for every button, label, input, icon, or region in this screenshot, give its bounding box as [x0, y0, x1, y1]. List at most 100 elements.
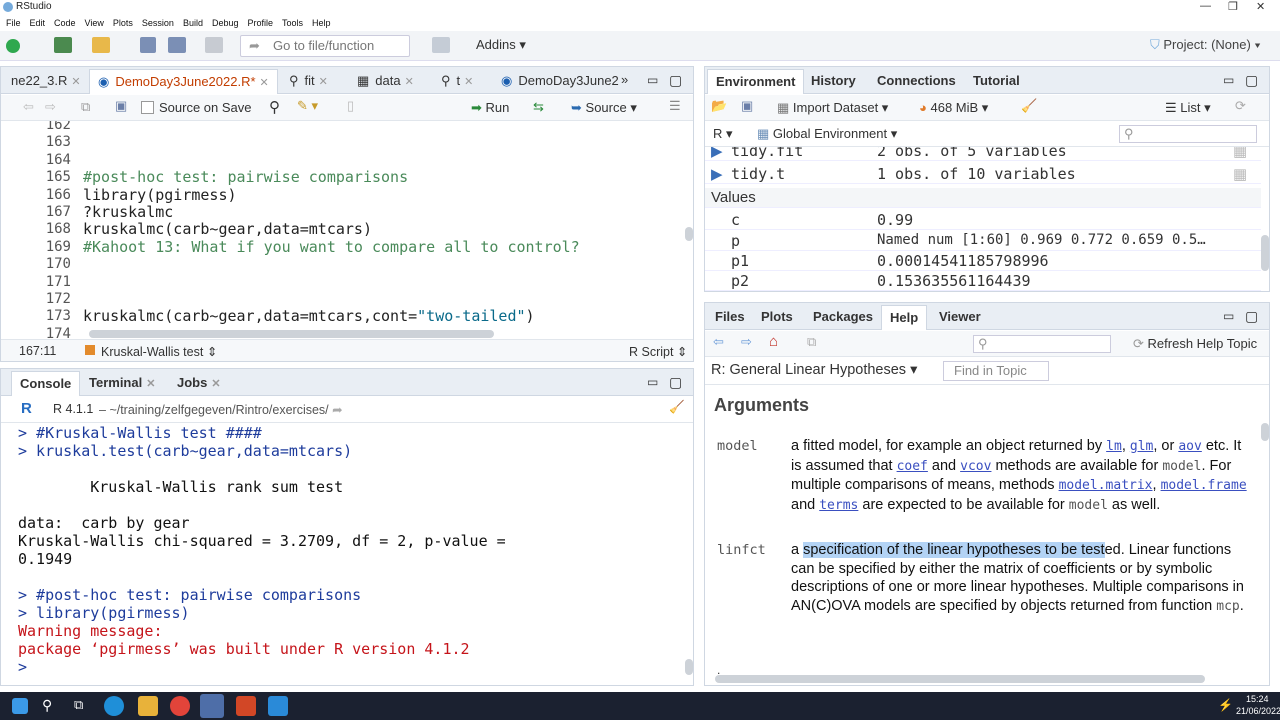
env-row-p2[interactable]: p2 0.153635561164439: [705, 271, 1261, 291]
maximize-pane-icon[interactable]: ▢: [669, 374, 682, 391]
source-on-save-checkbox[interactable]: [141, 101, 154, 114]
minimize-pane-icon[interactable]: ▭: [647, 375, 658, 389]
magic-wand-icon[interactable]: ✎ ▾: [297, 98, 318, 114]
goto-file-input[interactable]: ➦ Go to file/function: [240, 35, 410, 57]
tab-history[interactable]: History: [803, 69, 864, 94]
powerpoint-icon[interactable]: [236, 696, 256, 716]
env-row-tidy-fit[interactable]: ▶ tidy.fit 2 obs. of 5 variables ▦: [705, 147, 1261, 161]
task-view-icon[interactable]: ⧉: [74, 697, 83, 713]
maximize-button[interactable]: ❐: [1228, 0, 1238, 13]
grid-layout-icon[interactable]: [432, 37, 450, 53]
link-lm[interactable]: lm: [1106, 439, 1122, 454]
link-model-frame[interactable]: model.frame: [1161, 478, 1247, 493]
close-tab-icon[interactable]: ✕: [405, 76, 414, 88]
editor-hscroll[interactable]: [89, 330, 494, 338]
tab-terminal[interactable]: Terminal ✕: [81, 371, 163, 396]
code-line[interactable]: ?kruskalmc: [83, 203, 173, 221]
goto-dir-icon[interactable]: ➦: [332, 403, 342, 417]
maximize-pane-icon[interactable]: ▢: [1245, 72, 1258, 89]
tab-console[interactable]: Console: [11, 371, 81, 396]
back-icon[interactable]: ⇦: [713, 334, 724, 350]
view-table-icon[interactable]: ▦: [1233, 147, 1247, 160]
open-file-icon[interactable]: [92, 37, 110, 53]
menu-item-build[interactable]: Build: [183, 15, 203, 31]
new-file-icon[interactable]: [6, 39, 20, 53]
environment-vscroll[interactable]: [1261, 235, 1269, 271]
explorer-icon[interactable]: [138, 696, 158, 716]
new-project-icon[interactable]: [54, 37, 72, 53]
save-icon[interactable]: [140, 37, 156, 53]
code-line[interactable]: kruskalmc(carb~gear,data=mtcars,cont="tw…: [83, 307, 535, 325]
clear-workspace-icon[interactable]: 🧹: [1021, 98, 1037, 114]
link-glm[interactable]: glm: [1130, 439, 1153, 454]
expand-icon[interactable]: ▶: [711, 147, 723, 160]
menu-item-view[interactable]: View: [85, 15, 104, 31]
tab-plots[interactable]: Plots: [753, 305, 801, 330]
refresh-icon[interactable]: ⟳: [1235, 98, 1246, 114]
minimize-pane-icon[interactable]: ▭: [647, 73, 658, 87]
save-icon[interactable]: ▣: [115, 98, 127, 114]
clear-console-icon[interactable]: 🧹: [669, 400, 685, 415]
menu-item-help[interactable]: Help: [312, 15, 331, 31]
section-dropdown[interactable]: Kruskal-Wallis test ⇕: [101, 344, 217, 359]
show-in-window-icon[interactable]: ⧉: [81, 99, 90, 115]
link-terms[interactable]: terms: [819, 498, 858, 513]
help-hscroll[interactable]: [715, 675, 1205, 683]
refresh-help-button[interactable]: ⟳ Refresh Help Topic: [1133, 336, 1257, 352]
env-row-tidy-t[interactable]: ▶ tidy.t 1 obs. of 10 variables ▦: [705, 164, 1261, 184]
search-icon[interactable]: ⚲: [42, 697, 52, 714]
minimize-button[interactable]: —: [1200, 0, 1211, 12]
code-line[interactable]: #Kahoot 13: What if you want to compare …: [83, 238, 580, 256]
link-aov[interactable]: aov: [1178, 439, 1201, 454]
network-icon[interactable]: ⚡: [1218, 698, 1233, 712]
console-output[interactable]: > #Kruskal-Wallis test #### > kruskal.tes…: [1, 424, 685, 682]
close-tab-icon[interactable]: ✕: [146, 378, 155, 390]
view-mode-dropdown[interactable]: ☰ List ▾: [1165, 100, 1211, 116]
close-tab-icon[interactable]: ✕: [260, 77, 269, 89]
editor-vscroll[interactable]: [685, 227, 693, 241]
memory-usage[interactable]: ◕ 468 MiB ▾: [919, 100, 988, 116]
app-icon[interactable]: [268, 696, 288, 716]
environment-search-input[interactable]: ⚲: [1119, 125, 1257, 143]
tab-data[interactable]: ▦ data ✕: [349, 69, 422, 94]
env-row-c[interactable]: c 0.99: [705, 210, 1261, 230]
code-line[interactable]: library(pgirmess): [83, 186, 237, 204]
rerun-icon[interactable]: ⇆: [533, 99, 544, 115]
help-vscroll[interactable]: [1261, 423, 1269, 441]
menu-item-file[interactable]: File: [6, 15, 21, 31]
tab-jobs[interactable]: Jobs ✕: [169, 371, 229, 396]
menu-item-code[interactable]: Code: [54, 15, 76, 31]
scope-dropdown[interactable]: ▦ Global Environment ▾: [757, 126, 897, 142]
windows-start-icon[interactable]: [12, 698, 28, 714]
chrome-icon[interactable]: [170, 696, 190, 716]
file-type-dropdown[interactable]: R Script ⇕: [629, 344, 687, 359]
load-workspace-icon[interactable]: 📂: [711, 98, 727, 114]
language-dropdown[interactable]: R ▾: [713, 126, 733, 142]
expand-icon[interactable]: ▶: [711, 165, 723, 183]
more-tabs-icon[interactable]: »: [621, 72, 628, 87]
menu-item-edit[interactable]: Edit: [30, 15, 46, 31]
forward-icon[interactable]: ⇨: [45, 99, 56, 115]
edge-icon[interactable]: [104, 696, 124, 716]
link-vcov[interactable]: vcov: [960, 459, 991, 474]
tab-packages[interactable]: Packages: [805, 305, 881, 330]
show-in-window-icon[interactable]: ⧉: [807, 334, 816, 350]
tab-tutorial[interactable]: Tutorial: [965, 69, 1028, 94]
home-icon[interactable]: ⌂: [769, 333, 778, 350]
menu-item-profile[interactable]: Profile: [248, 15, 274, 31]
forward-icon[interactable]: ⇨: [741, 334, 752, 350]
close-button[interactable]: ✕: [1256, 0, 1265, 13]
save-all-icon[interactable]: [168, 37, 186, 53]
tab-viewer[interactable]: Viewer: [931, 305, 989, 330]
code-line[interactable]: kruskalmc(carb~gear,data=mtcars): [83, 220, 372, 238]
addins-dropdown[interactable]: Addins ▾: [476, 37, 526, 53]
save-workspace-icon[interactable]: ▣: [741, 98, 753, 114]
close-tab-icon[interactable]: ✕: [71, 76, 80, 88]
console-vscroll[interactable]: [685, 659, 693, 675]
tab-file-active[interactable]: ◉ DemoDay3June2022.R* ✕: [89, 69, 278, 94]
topic-dropdown[interactable]: R: General Linear Hypotheses ▾: [711, 362, 917, 378]
import-dataset-button[interactable]: ▦ Import Dataset ▾: [777, 100, 888, 116]
tab-file-1[interactable]: ne22_3.R ✕: [3, 69, 89, 94]
link-coef[interactable]: coef: [897, 459, 928, 474]
tab-environment[interactable]: Environment: [707, 69, 805, 94]
